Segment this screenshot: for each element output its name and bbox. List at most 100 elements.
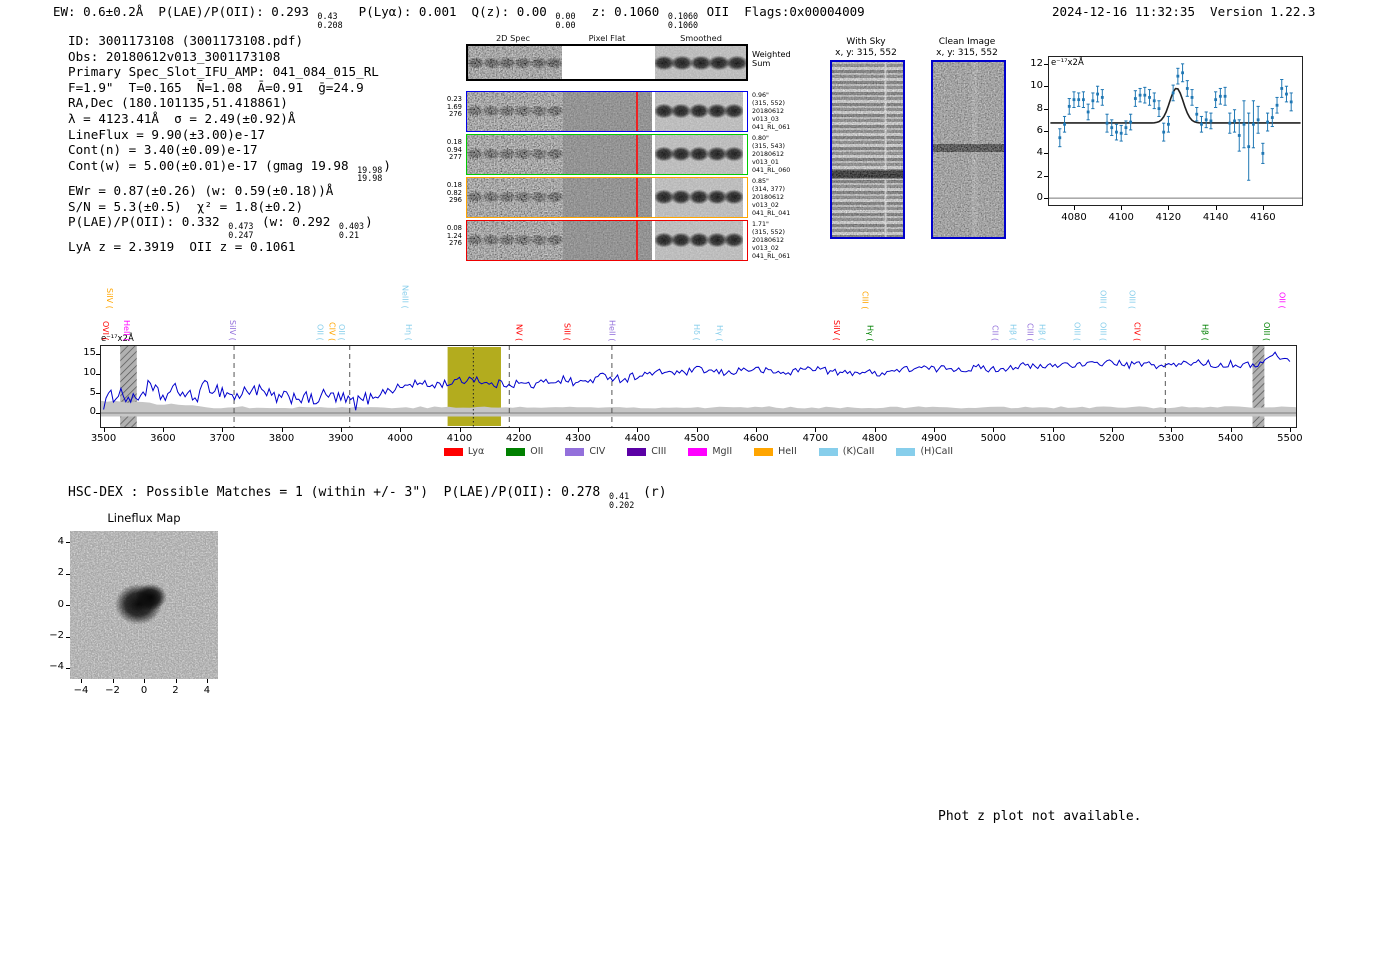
emission-line-label: OII ( bbox=[336, 324, 346, 341]
weighted-sum-row bbox=[466, 44, 748, 81]
noise-texture bbox=[467, 178, 563, 217]
emission-line-label: CIV ( bbox=[327, 321, 337, 341]
galaxy-blob bbox=[135, 583, 167, 611]
data-point bbox=[1105, 121, 1109, 125]
data-point bbox=[1133, 97, 1137, 100]
x-tick-label: 5300 bbox=[1158, 433, 1184, 444]
legend-item-civ: CIV bbox=[565, 446, 605, 457]
data-point bbox=[1190, 96, 1194, 99]
x-tick-mark bbox=[1262, 206, 1264, 210]
legend-item-hcaii: (H)CaII bbox=[896, 446, 953, 457]
text-segment: (w: 0.292 bbox=[254, 214, 338, 230]
x-tick-mark bbox=[144, 679, 145, 683]
y-tick-mark bbox=[1044, 86, 1048, 88]
row-weight-labels: 0.08 1.24 276 bbox=[440, 224, 462, 248]
main-unit-label: e⁻¹⁷x2Å bbox=[101, 334, 134, 344]
data-point bbox=[1157, 107, 1161, 111]
y-tick-label: −2 bbox=[49, 629, 64, 641]
spec2d-row-3 bbox=[466, 220, 748, 261]
data-point bbox=[1237, 134, 1241, 137]
y-tick-mark bbox=[1044, 175, 1048, 177]
row-smoothed-image bbox=[655, 178, 743, 217]
noise-texture bbox=[655, 135, 743, 174]
fraction-bottom: 0.00 bbox=[555, 19, 576, 30]
emission-line-label: SiII ( bbox=[562, 323, 572, 341]
noise-texture bbox=[563, 178, 652, 217]
legend-label: Lyα bbox=[467, 446, 485, 457]
x-tick-label: 0 bbox=[140, 685, 148, 696]
row-fiber-labels: 0.96" (315, 552) 20180612 v013_03 041_RL_061 bbox=[752, 92, 790, 132]
fiber-id-value: 20180612 bbox=[752, 151, 785, 159]
x-tick-label: 3500 bbox=[90, 433, 117, 444]
row-fiber-labels: 0.85" (314, 377) 20180612 v013_02 041_RL_041 bbox=[752, 178, 790, 218]
text-segment: P(Lyα): 0.001 Q(z): 0.00 bbox=[343, 4, 555, 19]
fiber-id-value: 20180612 bbox=[752, 237, 785, 245]
spec2d-column-header: Smoothed bbox=[680, 33, 722, 43]
y-tick-label: 12 bbox=[1030, 57, 1043, 69]
info-line-4: RA,Dec (180.101135,51.418861) bbox=[68, 95, 391, 111]
emission-line-label: CIV ( bbox=[1132, 321, 1142, 341]
row-2d-spec-image bbox=[467, 135, 563, 174]
spec2d-column-header: Pixel Flat bbox=[588, 33, 626, 43]
x-tick-mark bbox=[1230, 428, 1232, 432]
fiber-id-value: 0.85" bbox=[752, 178, 769, 185]
stacked-fraction: 0.41 0.202 bbox=[609, 492, 634, 509]
row-weight-labels: 0.18 0.82 296 bbox=[440, 181, 462, 205]
emission-line-label: HeII ( bbox=[607, 319, 617, 341]
fiber-id-value: 041_RL_060 bbox=[752, 167, 791, 175]
x-tick-mark bbox=[1074, 206, 1075, 210]
legend-swatch bbox=[565, 447, 585, 456]
data-point bbox=[1275, 103, 1279, 107]
text-segment: ID: 3001173108 (3001173108.pdf) bbox=[68, 33, 304, 48]
hsc-dex-matches-header: HSC-DEX : Possible Matches = 1 (within +… bbox=[68, 485, 667, 509]
data-point bbox=[1063, 122, 1066, 126]
data-point bbox=[1167, 122, 1170, 126]
emission-line-label: OIII ( bbox=[1262, 321, 1272, 341]
noise-texture bbox=[467, 135, 563, 174]
legend-item-mgii: MgII bbox=[688, 446, 732, 457]
data-point bbox=[1143, 93, 1147, 97]
emission-line-label: SiIV ( bbox=[104, 288, 114, 309]
fiber-id-value: 20180612 bbox=[752, 108, 785, 116]
weight-value: 276 bbox=[449, 110, 462, 119]
row-weight-labels: 0.23 1.69 276 bbox=[440, 95, 462, 119]
legend-swatch bbox=[896, 447, 916, 456]
y-tick-mark bbox=[96, 393, 100, 395]
emission-line-label: CIII ( bbox=[1025, 322, 1035, 341]
stack-subtitle: x, y: 315, 552 bbox=[936, 48, 998, 58]
y-tick-label: 4 bbox=[1036, 147, 1043, 159]
emission-line-label: Hβ ( bbox=[1200, 324, 1210, 341]
fiber-id-value: 041_RL_041 bbox=[752, 210, 791, 218]
x-tick-label: 3800 bbox=[268, 433, 295, 444]
row-2d-spec-image bbox=[467, 92, 563, 131]
stack-title: Clean Image bbox=[938, 37, 996, 47]
row-pixel-flat-image bbox=[563, 178, 652, 217]
legend-swatch bbox=[818, 447, 838, 456]
spectrum-line bbox=[103, 351, 1291, 411]
with-sky-image bbox=[830, 60, 905, 239]
legend-label: CIV bbox=[589, 446, 606, 457]
y-tick-mark bbox=[1044, 108, 1048, 110]
clean-image bbox=[931, 60, 1006, 239]
data-point bbox=[1195, 112, 1199, 116]
x-tick-label: 4160 bbox=[1250, 212, 1276, 223]
plot-border bbox=[1048, 56, 1303, 206]
stacked-fraction: 0.1060 0.1060 bbox=[668, 12, 698, 29]
text-segment: ) bbox=[383, 157, 391, 173]
y-tick-label: 10 bbox=[83, 366, 96, 378]
x-tick-label: 4200 bbox=[506, 433, 532, 444]
row-pixel-flat-image bbox=[563, 135, 652, 174]
data-point bbox=[1119, 131, 1123, 135]
data-point bbox=[1115, 130, 1118, 134]
data-point bbox=[1082, 98, 1085, 102]
data-point bbox=[1110, 126, 1114, 130]
x-tick-mark bbox=[1289, 428, 1291, 432]
spectrum-legend: Lyα OII CIV CIII MgII HeII (K)CaII (H)CaII bbox=[100, 446, 1297, 457]
text-segment: ) bbox=[365, 214, 373, 230]
fiber-id-value: (314, 377) bbox=[752, 186, 785, 194]
info-line-12: LyA z = 2.3919 OII z = 0.1061 bbox=[68, 239, 391, 255]
text-segment: OII Flags:0x00004009 bbox=[699, 4, 865, 19]
y-tick-mark bbox=[1044, 153, 1048, 155]
data-point bbox=[1067, 104, 1071, 108]
fraction-bottom: 0.1060 bbox=[667, 19, 699, 30]
